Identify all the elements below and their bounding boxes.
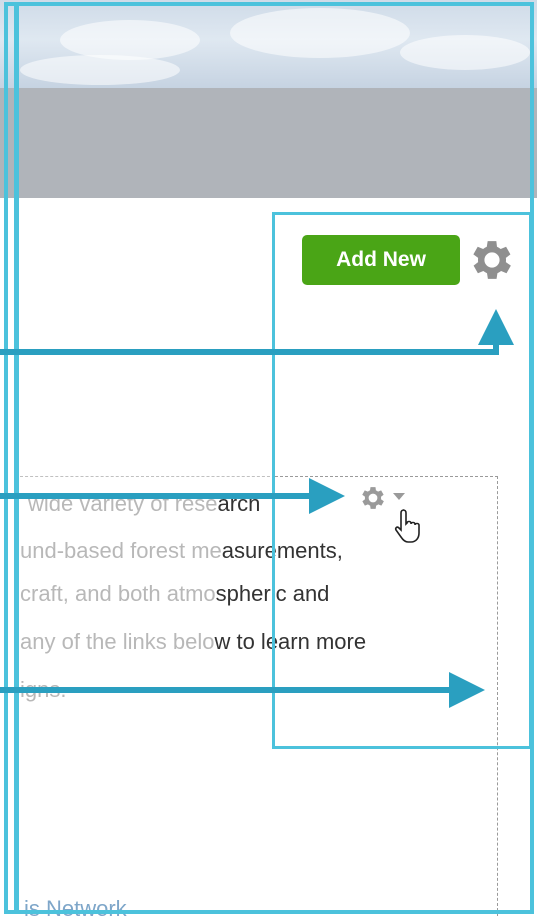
content-line-1: wide variety of research [28, 490, 260, 518]
content-line-highlighted: asurements, [221, 538, 343, 563]
arrow-to-gear [0, 309, 514, 355]
content-line-highlighted: arch [217, 491, 261, 516]
header-sky-image [0, 0, 537, 88]
content-line-5: igns. [20, 677, 67, 702]
content-line-faded: any of the links belo [20, 629, 215, 654]
caret-down-icon[interactable] [393, 493, 405, 500]
annotation-frame-left-bar [14, 6, 19, 911]
content-line-2: und-based forest measurements, [20, 537, 343, 565]
content-line-faded: craft, and both atmo [20, 581, 216, 606]
content-line-highlighted: spheric and [215, 581, 330, 606]
content-line-3: craft, and both atmospheric and [20, 580, 329, 608]
add-new-button[interactable]: Add New [302, 235, 460, 285]
gear-icon[interactable] [466, 234, 518, 286]
content-block-border [20, 476, 275, 477]
content-line-faded: wide variety of rese [28, 491, 218, 516]
widget-gear-icon[interactable] [358, 483, 388, 513]
footer-network-link[interactable]: is Network [24, 895, 127, 916]
content-line-highlighted: w to learn more [214, 629, 367, 654]
hand-pointer-icon [394, 508, 424, 544]
header-gray-band [0, 88, 537, 198]
content-line-faded: und-based forest me [20, 538, 222, 563]
content-line-4: any of the links below to learn more [20, 628, 366, 656]
